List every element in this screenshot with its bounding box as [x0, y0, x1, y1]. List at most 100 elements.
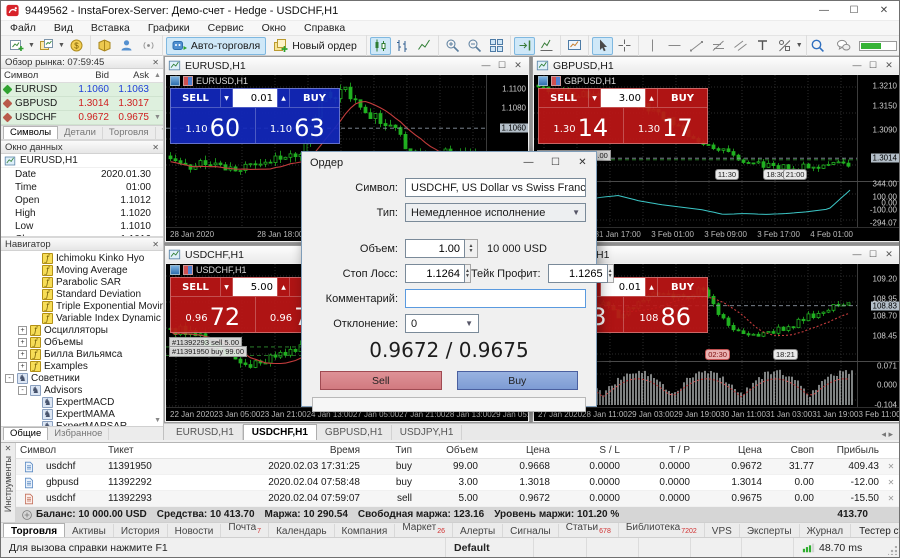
status-profile[interactable]: Default	[446, 538, 534, 557]
sell-price[interactable]: 0.9672	[171, 297, 256, 332]
tab-Символы[interactable]: Символы	[3, 126, 58, 139]
sell-button[interactable]: SELL	[171, 89, 220, 107]
buy-button[interactable]: BUY	[658, 89, 707, 107]
menu-item[interactable]: Графики	[139, 22, 199, 34]
new-order-button[interactable]: Новый ордер	[267, 37, 363, 55]
menu-item[interactable]: Сервис	[199, 22, 253, 34]
resize-grip[interactable]	[888, 546, 897, 555]
chart-tab-usdchf-h1[interactable]: USDCHF,H1	[243, 424, 317, 440]
close-icon[interactable]: ✕	[152, 58, 159, 67]
chart-tab-eurusd-h1[interactable]: EURUSD,H1	[168, 425, 243, 440]
buy-button[interactable]: BUY	[290, 89, 339, 107]
volume-down-icon[interactable]: ▼	[220, 278, 233, 296]
minimize-icon[interactable]: —	[809, 1, 839, 20]
chevron-down-icon[interactable]: ▼	[58, 42, 65, 49]
broadcast-button[interactable]	[138, 37, 159, 55]
deviation-select[interactable]: 0 ▼	[405, 314, 479, 333]
menu-item[interactable]: Справка	[295, 22, 354, 34]
take-profit-stepper[interactable]: ▲▼	[608, 264, 614, 283]
maximize-icon[interactable]: ☐	[865, 247, 881, 262]
shapes-button[interactable]	[774, 37, 795, 55]
market-watch-row[interactable]: EURUSD1.10601.1063	[1, 83, 163, 97]
tree-expander-icon[interactable]: +	[18, 326, 27, 335]
profiles-button[interactable]	[36, 37, 57, 55]
market-watch-row[interactable]: USDCHF0.96720.9675▼	[1, 111, 163, 125]
nav-item[interactable]: -♞Advisors	[1, 384, 163, 396]
chat-button[interactable]	[833, 37, 854, 55]
buy-price[interactable]: 1.1063	[256, 108, 340, 143]
comment-input[interactable]	[405, 289, 586, 308]
maximize-icon[interactable]: ☐	[542, 152, 569, 173]
tab-scroll-icons[interactable]: ◂ ▸	[881, 429, 899, 440]
sell-button[interactable]: SELL	[171, 278, 220, 296]
position-row[interactable]: gbpusd113922922020.02.04 07:58:48buy3.00…	[16, 475, 899, 491]
chevron-down-icon[interactable]: ▼	[796, 42, 803, 49]
trendline-button[interactable]	[686, 37, 707, 55]
cursor-button[interactable]	[592, 37, 613, 55]
close-icon[interactable]: ✕	[510, 58, 526, 73]
position-row[interactable]: usdchf113919502020.02.03 17:31:25buy99.0…	[16, 459, 899, 475]
tile-windows-button[interactable]	[486, 37, 507, 55]
volume-up-icon[interactable]: ▲	[277, 278, 290, 296]
minimize-icon[interactable]: —	[515, 152, 542, 173]
order-type-select[interactable]: Немедленное исполнение ▼	[405, 203, 586, 222]
market-watch-row[interactable]: GBPUSD1.30141.3017	[1, 97, 163, 111]
tab-Торговля[interactable]: Торговля	[103, 127, 156, 139]
horizontal-line-button[interactable]	[664, 37, 685, 55]
close-icon[interactable]: ✕	[881, 58, 897, 73]
volume-up-icon[interactable]: ▲	[277, 89, 290, 107]
volume-down-icon[interactable]: ▼	[588, 89, 601, 107]
chevron-down-icon[interactable]: ▼	[28, 42, 35, 49]
buy-button[interactable]: BUY	[658, 278, 707, 296]
nav-item[interactable]: +ƒОбъемы	[1, 336, 163, 348]
templates-button[interactable]	[564, 37, 585, 55]
tree-expander-icon[interactable]: +	[18, 362, 27, 371]
tree-expander-icon[interactable]: -	[5, 374, 14, 383]
one-click-toggle-icon[interactable]	[551, 76, 561, 86]
fibo-button[interactable]	[708, 37, 729, 55]
one-click-toggle-icon[interactable]	[183, 265, 193, 275]
nav-item[interactable]: ƒVariable Index Dynamic A	[1, 312, 163, 324]
minimize-icon[interactable]: —	[849, 58, 865, 73]
close-position-icon[interactable]: ✕	[883, 462, 899, 471]
sell-button[interactable]: Sell	[320, 371, 442, 390]
bars-button[interactable]	[392, 37, 413, 55]
text-button[interactable]	[752, 37, 773, 55]
nav-item[interactable]: +ƒExamples	[1, 360, 163, 372]
tab-Тик[interactable]: Тик	[156, 127, 163, 139]
menu-item[interactable]: Окно	[253, 22, 295, 34]
close-icon[interactable]: ✕	[1, 444, 15, 453]
community-button[interactable]	[116, 37, 137, 55]
channels-button[interactable]	[730, 37, 751, 55]
nav-item[interactable]: ƒIchimoku Kinko Hyo	[1, 252, 163, 264]
chart-tab-gbpusd-h1[interactable]: GBPUSD,H1	[317, 425, 392, 440]
menu-item[interactable]: Файл	[1, 22, 45, 34]
maximize-icon[interactable]: ☐	[839, 1, 869, 20]
new-chart-button[interactable]	[6, 37, 27, 55]
account-history-button[interactable]: $	[66, 37, 87, 55]
scroll-down-icon[interactable]: ▼	[154, 417, 161, 424]
nav-item[interactable]: ƒParabolic SAR	[1, 276, 163, 288]
close-icon[interactable]: ✕	[152, 240, 159, 249]
position-row[interactable]: usdchf113922932020.02.04 07:59:07sell5.0…	[16, 491, 899, 507]
close-icon[interactable]: ✕	[869, 1, 899, 20]
close-icon[interactable]: ✕	[569, 152, 596, 173]
close-position-icon[interactable]: ✕	[883, 478, 899, 487]
zoom-out-button[interactable]	[464, 37, 485, 55]
buy-button[interactable]: Buy	[457, 371, 579, 390]
tree-expander-icon[interactable]: -	[18, 386, 27, 395]
menu-item[interactable]: Вид	[45, 22, 82, 34]
crosshair-button[interactable]	[614, 37, 635, 55]
zoom-in-button[interactable]	[442, 37, 463, 55]
buy-price[interactable]: 10886	[624, 297, 708, 332]
nav-item[interactable]: ƒStandard Deviation	[1, 288, 163, 300]
tree-expander-icon[interactable]: +	[18, 338, 27, 347]
nav-item[interactable]: +ƒБилла Вильямса	[1, 348, 163, 360]
line-chart-button[interactable]	[414, 37, 435, 55]
volume-input[interactable]: 3.00	[601, 89, 645, 107]
volume-up-icon[interactable]: ▲	[645, 278, 658, 296]
chart-window-titlebar[interactable]: EURUSD,H1—☐✕	[165, 57, 529, 74]
auto-scroll-button[interactable]	[536, 37, 557, 55]
volume-input[interactable]	[405, 239, 465, 258]
chart-window-titlebar[interactable]: GBPUSD,H1—☐✕	[533, 57, 900, 74]
